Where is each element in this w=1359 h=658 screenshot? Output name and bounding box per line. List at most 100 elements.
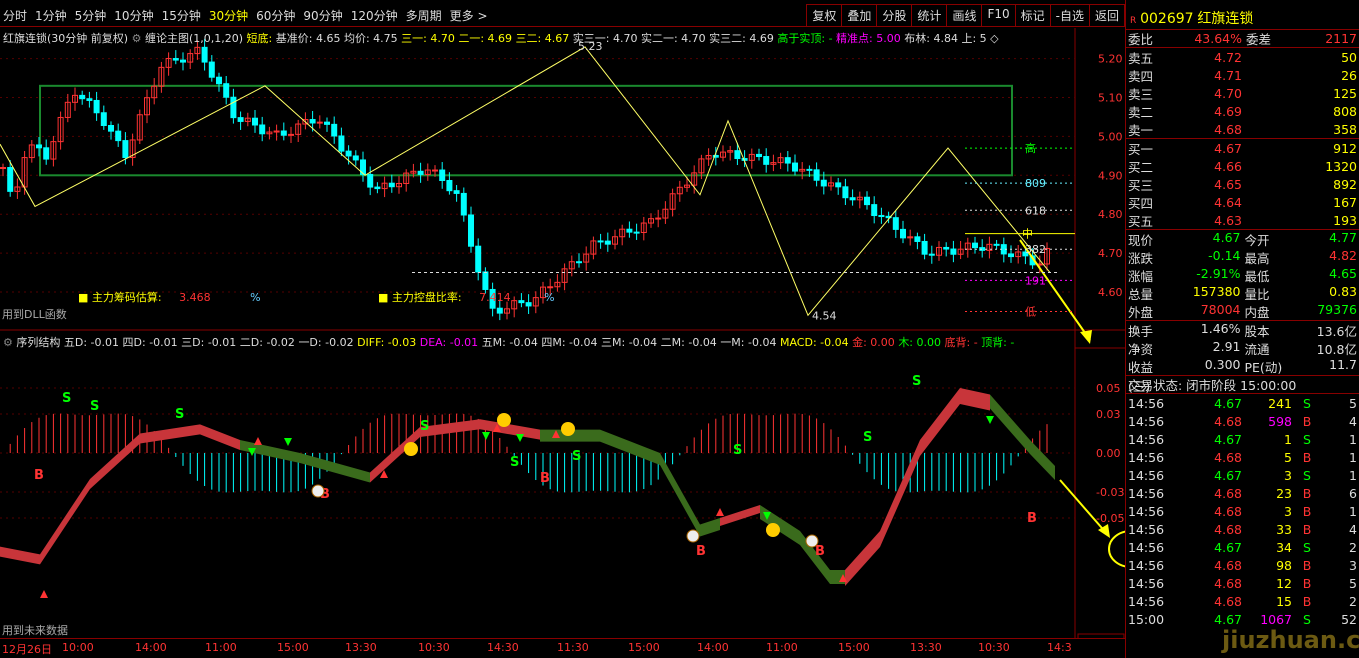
time-tick: 15:00	[838, 641, 870, 654]
tool-button-8[interactable]: 返回	[1088, 4, 1125, 27]
ask-row[interactable]: 卖四 4.71 26	[1126, 66, 1359, 84]
red-up-arrow	[716, 508, 724, 516]
period-tab-8[interactable]: 120分钟	[351, 7, 398, 24]
tool-button-4[interactable]: 画线	[946, 4, 983, 27]
stock-name[interactable]: 红旗连锁	[1197, 11, 1253, 27]
red-band-3	[720, 505, 760, 526]
trade-time: 14:56	[1128, 395, 1165, 411]
period-tab-2[interactable]: 5分钟	[75, 7, 107, 24]
ask-row[interactable]: 卖二 4.69 808	[1126, 102, 1359, 120]
candle-body	[7, 167, 14, 192]
candle-body	[201, 46, 208, 63]
stat-cell: 收益(三)	[1128, 360, 1154, 394]
level-label: 卖五	[1128, 50, 1154, 66]
tool-button-7[interactable]: -自选	[1049, 4, 1090, 27]
level-label-l618: 618	[1025, 204, 1046, 217]
settings-icon[interactable]: ⚙	[3, 336, 13, 349]
ask-row[interactable]: 卖五 4.72 50	[1126, 48, 1359, 66]
stat-row: 涨跌 -0.14 最高 4.82	[1126, 248, 1359, 266]
period-tab-0[interactable]: 分时	[3, 7, 27, 24]
bid-row[interactable]: 买五 4.63 193	[1126, 211, 1359, 229]
stat-cell: 内盘	[1244, 305, 1270, 320]
period-tab-7[interactable]: 90分钟	[303, 7, 342, 24]
trade-row[interactable]: 14:56 4.68 3 B 1	[1126, 502, 1359, 520]
tool-button-3[interactable]: 统计	[911, 4, 948, 27]
candle-body	[453, 190, 460, 194]
trade-count: 3	[1349, 557, 1357, 573]
trade-price: 4.68	[1214, 593, 1242, 609]
trade-row[interactable]: 14:56 4.68 33 B 4	[1126, 520, 1359, 538]
ask-row[interactable]: 卖一 4.68 358	[1126, 120, 1359, 138]
stat-cell: 今开	[1244, 233, 1270, 248]
period-tab-3[interactable]: 10分钟	[114, 7, 153, 24]
trade-side: B	[1302, 503, 1312, 519]
period-tab-9[interactable]: 多周期	[406, 7, 442, 24]
candle-body	[417, 170, 424, 175]
bid-row[interactable]: 买二 4.66 1320	[1126, 157, 1359, 175]
trade-row[interactable]: 14:56 4.68 12 B 5	[1126, 574, 1359, 592]
trade-count: 52	[1341, 611, 1357, 627]
stat-row: 涨幅 -2.91% 最低 4.65	[1126, 266, 1359, 284]
candle-body	[122, 140, 129, 158]
stat-cell: 0.83	[1329, 284, 1357, 299]
tool-button-5[interactable]: F10	[981, 4, 1016, 27]
level-volume: 912	[1333, 140, 1357, 156]
sell-signal: S	[90, 399, 99, 414]
trade-side: B	[1302, 521, 1312, 537]
trade-row[interactable]: 14:56 4.68 23 B 6	[1126, 484, 1359, 502]
precise-point: 精准点: 5.00	[836, 32, 901, 45]
period-tab-1[interactable]: 1分钟	[35, 7, 67, 24]
trade-row[interactable]: 14:56 4.67 241 S 5	[1126, 394, 1359, 412]
period-tab-6[interactable]: 60分钟	[256, 7, 295, 24]
gear-icon[interactable]: ⚙	[132, 32, 142, 45]
period-tab-5[interactable]: 30分钟	[209, 7, 248, 24]
level-label-l382: 382	[1025, 243, 1046, 256]
trade-row[interactable]: 14:56 4.67 1 S 1	[1126, 430, 1359, 448]
candle-body	[943, 246, 950, 250]
candle-body	[864, 196, 870, 206]
level-label-l809: 809	[1025, 177, 1046, 190]
indicator-name[interactable]: 缠论主图(1,0,1,20)	[145, 32, 243, 45]
period-tab-4[interactable]: 15分钟	[162, 7, 201, 24]
level-label: 卖三	[1128, 86, 1154, 102]
level-volume: 193	[1333, 212, 1357, 228]
sub-title[interactable]: 序列结构	[16, 336, 60, 349]
tool-button-0[interactable]: 复权	[806, 4, 843, 27]
smiley-icon	[404, 442, 418, 456]
tool-button-1[interactable]: 叠加	[841, 4, 878, 27]
tool-button-6[interactable]: 标记	[1014, 4, 1051, 27]
period-tab-10[interactable]: 更多 >	[450, 7, 488, 24]
stock-code[interactable]: 002697	[1140, 11, 1193, 27]
time-tick: 14:00	[135, 641, 167, 654]
candle-body	[482, 271, 489, 290]
trade-row[interactable]: 14:56 4.68 15 B 2	[1126, 592, 1359, 610]
trade-row[interactable]: 14:56 4.67 3 S 1	[1126, 466, 1359, 484]
time-tick: 10:30	[418, 641, 450, 654]
green-band-4	[990, 394, 1055, 480]
trade-row[interactable]: 14:56 4.68 98 B 3	[1126, 556, 1359, 574]
candle-body	[86, 98, 93, 101]
buy-signal: B	[815, 544, 825, 559]
candle-body	[756, 153, 762, 158]
short-label: 短底:	[246, 32, 273, 45]
trade-row[interactable]: 14:56 4.67 34 S 2	[1126, 538, 1359, 556]
level-price: 4.66	[1214, 158, 1242, 174]
shi2: 实二一: 4.70	[640, 32, 706, 45]
tool-button-2[interactable]: 分股	[876, 4, 913, 27]
stat-row: 净资 2.91 流通 10.8亿	[1126, 339, 1359, 357]
trade-row[interactable]: 14:56 4.68 5 B 1	[1126, 448, 1359, 466]
diff-label: 委差	[1246, 32, 1272, 47]
bid-row[interactable]: 买三 4.65 892	[1126, 175, 1359, 193]
stat-cell: 最高	[1244, 251, 1270, 266]
candle-body	[108, 125, 114, 132]
level-volume: 892	[1333, 176, 1357, 192]
bid-row[interactable]: 买四 4.64 167	[1126, 193, 1359, 211]
bid-row[interactable]: 买一 4.67 912	[1126, 139, 1359, 157]
kline-chart[interactable]: 5.20 5.10 5.00 4.90 4.80 4.70 4.60 0.05 0.03 0.00…	[0, 0, 1125, 638]
trade-list[interactable]: 14:56 4.67 241 S 5 14:56 4.68 598 B 4 14:56 4.67 1 S 1…	[1126, 394, 1359, 628]
stat-cell: PE(动)	[1244, 360, 1283, 375]
trade-row[interactable]: 14:56 4.68 598 B 4	[1126, 412, 1359, 430]
avg-price: 均价: 4.75	[343, 32, 398, 45]
ask-row[interactable]: 卖三 4.70 125	[1126, 84, 1359, 102]
level-price: 4.70	[1214, 85, 1242, 101]
